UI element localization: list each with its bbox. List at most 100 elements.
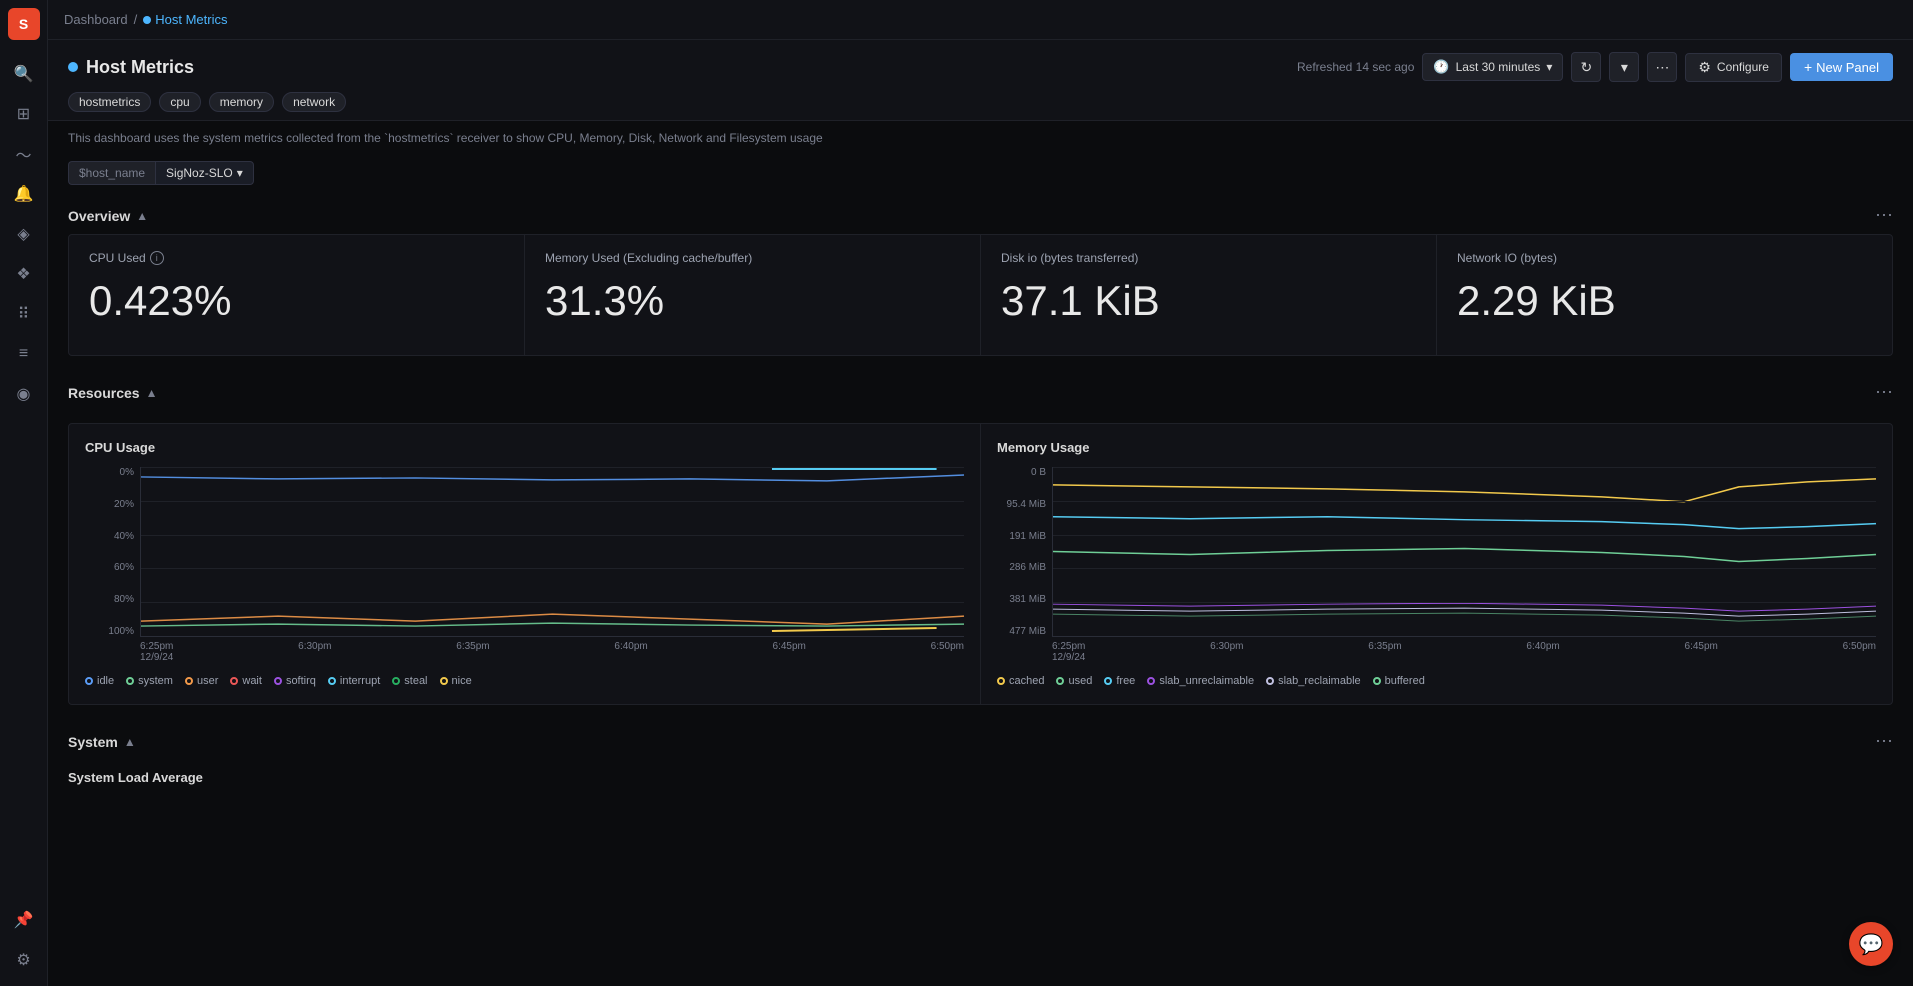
cpu-plot xyxy=(140,467,964,637)
system-section-title[interactable]: System ▲ xyxy=(68,734,136,750)
sidebar-icon-integrations[interactable]: ❖ xyxy=(6,256,42,292)
cpu-ylabel-3: 40% xyxy=(85,531,140,542)
breadcrumb-dashboard[interactable]: Dashboard xyxy=(64,12,128,27)
mem-xlabel-1: 6:30pm xyxy=(1210,641,1243,652)
stat-title-cpu: CPU Used i xyxy=(89,251,504,265)
stat-title-network: Network IO (bytes) xyxy=(1457,251,1872,265)
refreshed-text: Refreshed 14 sec ago xyxy=(1297,60,1414,74)
cpu-grid-2 xyxy=(141,535,964,536)
system-load-title: System Load Average xyxy=(48,760,1913,795)
mem-grid-4 xyxy=(1053,602,1876,603)
sidebar-icon-telescope[interactable]: ◉ xyxy=(6,376,42,412)
sidebar-icon-alert[interactable]: 🔔 xyxy=(6,176,42,212)
legend-used: used xyxy=(1056,675,1092,687)
refresh-button[interactable]: ↻ xyxy=(1571,52,1601,82)
filter-value[interactable]: SigNoz-SLO ▾ xyxy=(155,161,254,185)
breadcrumb-separator: / xyxy=(134,12,138,27)
legend-idle: idle xyxy=(85,675,114,687)
dashboard-title: Host Metrics xyxy=(68,57,194,78)
overview-menu-button[interactable]: ⋯ xyxy=(1875,205,1893,226)
sidebar-icon-search[interactable]: 🔍 xyxy=(6,56,42,92)
mem-xlabel-4: 6:45pm xyxy=(1685,641,1718,652)
overview-section-title[interactable]: Overview ▲ xyxy=(68,208,148,224)
dashboard-header: Host Metrics Refreshed 14 sec ago 🕐 Last… xyxy=(48,40,1913,121)
cpu-xlabel-5: 6:50pm xyxy=(931,641,964,652)
legend-dot-system xyxy=(126,677,134,685)
sidebar-icon-activity[interactable]: 〜 xyxy=(6,136,42,172)
refresh-options-button[interactable]: ▾ xyxy=(1609,52,1639,82)
cpu-ylabel-1: 80% xyxy=(85,594,140,605)
cpu-yaxis: 100% 80% 60% 40% 20% 0% xyxy=(85,467,140,637)
legend-slab-unreclaimable: slab_unreclaimable xyxy=(1147,675,1254,687)
sidebar-icon-services[interactable]: ◈ xyxy=(6,216,42,252)
memory-ylabel-4: 95.4 MiB xyxy=(997,499,1052,510)
mem-grid-3 xyxy=(1053,568,1876,569)
memory-xaxis: 6:25pm12/9/24 6:30pm 6:35pm 6:40pm 6:45p… xyxy=(1052,637,1876,667)
cpu-grid-3 xyxy=(141,568,964,569)
topbar: Dashboard / Host Metrics xyxy=(48,0,1913,40)
memory-ylabel-1: 381 MiB xyxy=(997,594,1052,605)
legend-interrupt: interrupt xyxy=(328,675,380,687)
legend-dot-user xyxy=(185,677,193,685)
stat-card-memory: Memory Used (Excluding cache/buffer) 31.… xyxy=(525,235,980,355)
memory-ylabel-3: 191 MiB xyxy=(997,531,1052,542)
cpu-xlabel-0: 6:25pm12/9/24 xyxy=(140,641,173,663)
tag-network[interactable]: network xyxy=(282,92,346,112)
memory-ylabel-5: 0 B xyxy=(997,467,1052,478)
tag-cpu[interactable]: cpu xyxy=(159,92,200,112)
sidebar-icon-settings[interactable]: ⚙ xyxy=(6,942,42,978)
memory-chart-panel: Memory Usage 477 MiB 381 MiB 286 MiB 191… xyxy=(981,424,1892,704)
cpu-ylabel-0: 100% xyxy=(85,626,140,637)
app-logo[interactable]: S xyxy=(8,8,40,40)
dashboard-description: This dashboard uses the system metrics c… xyxy=(48,121,1913,155)
legend-dot-free xyxy=(1104,677,1112,685)
memory-plot xyxy=(1052,467,1876,637)
stat-value-cpu: 0.423% xyxy=(89,277,504,325)
sidebar-icon-pin[interactable]: 📌 xyxy=(6,902,42,938)
time-range-button[interactable]: 🕐 Last 30 minutes ▾ xyxy=(1422,53,1563,81)
overview-chevron-icon: ▲ xyxy=(136,209,148,223)
legend-dot-slab-unreclaimable xyxy=(1147,677,1155,685)
legend-dot-cached xyxy=(997,677,1005,685)
system-menu-button[interactable]: ⋯ xyxy=(1875,731,1893,752)
configure-button[interactable]: ⚙ Configure xyxy=(1685,53,1782,82)
resources-section-title[interactable]: Resources ▲ xyxy=(68,385,157,401)
info-icon-cpu[interactable]: i xyxy=(150,251,164,265)
legend-buffered: buffered xyxy=(1373,675,1425,687)
new-panel-button[interactable]: + New Panel xyxy=(1790,53,1893,81)
bottom-spacer xyxy=(48,795,1913,835)
resources-section-header: Resources ▲ ⋯ xyxy=(48,372,1913,411)
stat-card-disk: Disk io (bytes transferred) 37.1 KiB xyxy=(981,235,1436,355)
memory-yaxis: 477 MiB 381 MiB 286 MiB 191 MiB 95.4 MiB… xyxy=(997,467,1052,637)
resources-menu-button[interactable]: ⋯ xyxy=(1875,382,1893,403)
cpu-xlabel-1: 6:30pm xyxy=(298,641,331,652)
legend-dot-used xyxy=(1056,677,1064,685)
sidebar-icon-dashboard[interactable]: ⊞ xyxy=(6,96,42,132)
stat-card-cpu: CPU Used i 0.423% xyxy=(69,235,524,355)
breadcrumb-dot xyxy=(143,16,151,24)
legend-free: free xyxy=(1104,675,1135,687)
stat-value-memory: 31.3% xyxy=(545,277,960,325)
tag-memory[interactable]: memory xyxy=(209,92,274,112)
sidebar-icon-list[interactable]: ≡ xyxy=(6,336,42,372)
title-row: Host Metrics Refreshed 14 sec ago 🕐 Last… xyxy=(68,52,1893,82)
legend-dot-interrupt xyxy=(328,677,336,685)
chat-fab-button[interactable]: 💬 xyxy=(1849,922,1893,966)
sidebar-icon-grid[interactable]: ⠿ xyxy=(6,296,42,332)
system-section-header: System ▲ ⋯ xyxy=(48,721,1913,760)
cpu-ylabel-4: 20% xyxy=(85,499,140,510)
tag-hostmetrics[interactable]: hostmetrics xyxy=(68,92,151,112)
memory-ylabel-0: 477 MiB xyxy=(997,626,1052,637)
filter-row: $host_name SigNoz-SLO ▾ xyxy=(48,155,1913,195)
dashboard-controls: Refreshed 14 sec ago 🕐 Last 30 minutes ▾… xyxy=(1297,52,1893,82)
charts-row: CPU Usage 100% 80% 60% 40% 20% 0% xyxy=(68,423,1893,705)
more-options-button[interactable]: ⋯ xyxy=(1647,52,1677,82)
mem-xlabel-3: 6:40pm xyxy=(1526,641,1559,652)
cpu-chart-area: 100% 80% 60% 40% 20% 0% xyxy=(85,467,964,667)
system-chevron-icon: ▲ xyxy=(124,735,136,749)
stat-title-disk: Disk io (bytes transferred) xyxy=(1001,251,1416,265)
resources-chevron-icon: ▲ xyxy=(146,386,158,400)
filter-label: $host_name xyxy=(68,161,155,185)
cpu-xlabel-3: 6:40pm xyxy=(614,641,647,652)
memory-chart-title: Memory Usage xyxy=(997,440,1876,455)
